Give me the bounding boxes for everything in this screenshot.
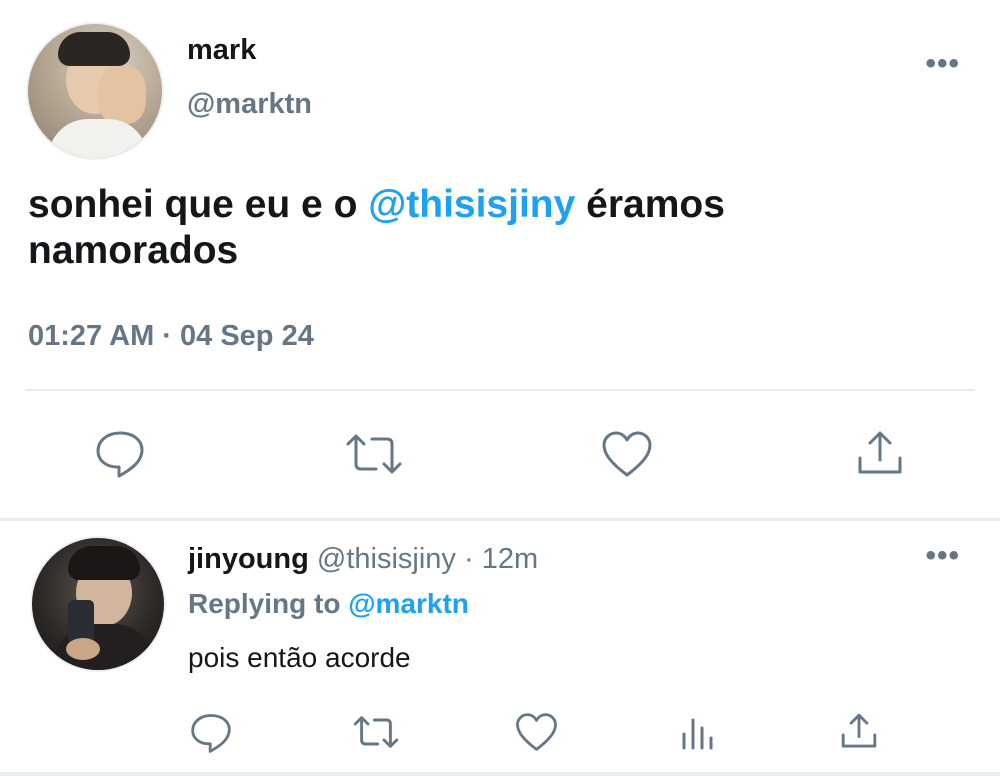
heart-icon[interactable] <box>601 430 653 478</box>
bottom-divider <box>0 772 1000 776</box>
author-avatar[interactable] <box>26 22 164 160</box>
tweet-timestamp[interactable]: 01:27 AM · 04 Sep 24 <box>28 320 314 353</box>
section-separator <box>0 518 1000 521</box>
author-name[interactable]: mark <box>187 34 256 67</box>
author-handle[interactable]: @marktn <box>187 88 312 121</box>
heart-icon[interactable] <box>515 712 558 752</box>
reply-icon[interactable] <box>95 430 145 478</box>
reply-text: pois então acorde <box>188 642 411 673</box>
retweet-icon[interactable] <box>352 714 400 750</box>
mention-link[interactable]: @thisisjiny <box>368 183 575 226</box>
tweet-text-start: sonhei que eu e o <box>28 183 369 226</box>
divider <box>26 389 974 391</box>
replying-to-line: Replying to @marktn <box>188 588 469 620</box>
replying-prefix: Replying to <box>188 588 349 619</box>
bar-chart-icon[interactable] <box>680 714 716 750</box>
share-icon[interactable] <box>840 712 878 750</box>
reply-header: jinyoung @thisisjiny · 12m <box>188 543 538 576</box>
reply-more-options-icon[interactable]: ••• <box>925 541 960 571</box>
reply-icon[interactable] <box>190 713 232 753</box>
reply-author-name[interactable]: jinyoung <box>188 543 309 575</box>
retweet-icon[interactable] <box>344 432 404 476</box>
tweet-page: mark @marktn ••• sonhei que eu e o @this… <box>0 0 1000 776</box>
header-separator: · <box>455 543 482 575</box>
replying-to-mention[interactable]: @marktn <box>348 588 469 619</box>
share-icon[interactable] <box>856 430 904 476</box>
tweet-text: sonhei que eu e o @thisisjiny éramos nam… <box>28 182 928 274</box>
reply-time[interactable]: 12m <box>482 543 538 575</box>
reply-author-handle[interactable]: @thisisjiny <box>317 543 456 575</box>
reply-author-avatar[interactable] <box>30 536 166 672</box>
more-options-icon[interactable]: ••• <box>925 49 960 79</box>
